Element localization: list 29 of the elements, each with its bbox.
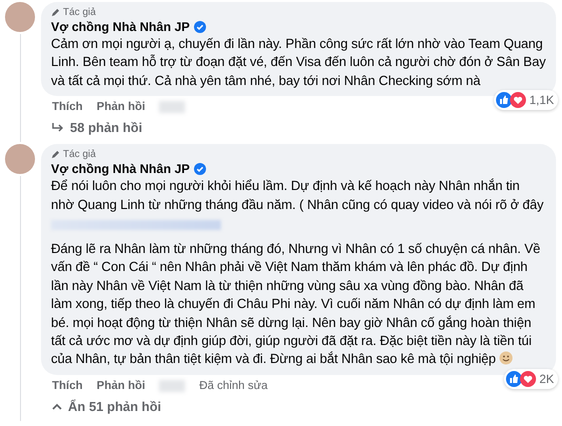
author-name[interactable]: Vợ chồng Nhà Nhân JP	[51, 161, 190, 178]
pencil-icon	[51, 8, 60, 17]
replies-toggle[interactable]: 58 phản hồi	[41, 114, 142, 142]
comment-text: Đáng lẽ ra Nhân làm từ những tháng đó, Nhưng vì Nhân có 1 số chuyện cá nhân. Về vấn đề “ Con Cái “ nên Nhân phải về Việt Nam thăm khám và lên phác đồ. Dự định lần này Nhân về Việt Nam là từ thiện những vùng sâu xa vùng đồng bào. Nhân đã làm xong, tiếp theo là chuyến đi Châu Phi này. Vì cuối năm Nhân có dự định làm em bé. mọi hoạt động từ thiện Nhân sẽ dừng lại. Nên bay giờ Nhân cố gắng hoàn thiện tất cả ước mơ và dự định giúp đời, giúp người đã đặt ra. Đặc biệt tiền này là tiền túi của Nhân, tự bản thân tiệt kiệm và đi. Đừng ai bắt Nhân sao kê mà tội nghiệp	[51, 240, 542, 368]
reaction-summary[interactable]: 1,1K	[494, 90, 558, 110]
like-icon	[496, 92, 512, 108]
comment-action[interactable]: Thích	[52, 378, 83, 393]
comment-action[interactable]: Phản hồi	[96, 100, 146, 114]
reaction-count: 1,1K	[529, 92, 554, 110]
comment-text: Cảm ơn mọi người ạ, chuyến đi lần này. Phần công sức rất lớn nhờ vào Team Quang Linh. Bên team hỗ trợ từ đoạn đặt vé, đến Visa đến luôn cả người chờ đón ở Sân Bay và tất cả mọi thứ. Cả nhà yên tâm nhé, bay tới nơi Nhân Checking sớm nà	[51, 35, 546, 90]
reaction-count: 2K	[539, 370, 554, 388]
comment-text: Để nói luôn cho mọi người khỏi hiểu lầm. Dự định và kế hoạch này Nhân nhắn tin nhờ Quang Linh từ những tháng đầu năm. ( Nhân cũng có quay video và nói rõ ở đây	[51, 177, 545, 214]
timestamp-blur	[159, 101, 186, 114]
timestamp-blur	[159, 380, 186, 392]
avatar	[5, 144, 35, 174]
replies-toggle[interactable]: Ẩn 51 phản hồi	[41, 392, 162, 421]
reply-arrow-icon	[52, 123, 64, 134]
author-label: Tác giả	[63, 6, 96, 19]
blurred-link[interactable]	[51, 220, 221, 230]
comment-action[interactable]: Phản hồi	[96, 378, 146, 393]
avatar	[5, 2, 35, 32]
pencil-icon	[51, 150, 60, 160]
reaction-summary[interactable]: 2K	[504, 368, 558, 389]
edited-label: Đã chỉnh sửa	[199, 378, 268, 393]
author-label: Tác giả	[63, 148, 96, 162]
author-name[interactable]: Vợ chồng Nhà Nhân JP	[51, 19, 190, 35]
chevron-up-icon	[52, 403, 62, 410]
comment-action[interactable]: Thích	[52, 100, 83, 114]
like-icon	[506, 370, 522, 387]
